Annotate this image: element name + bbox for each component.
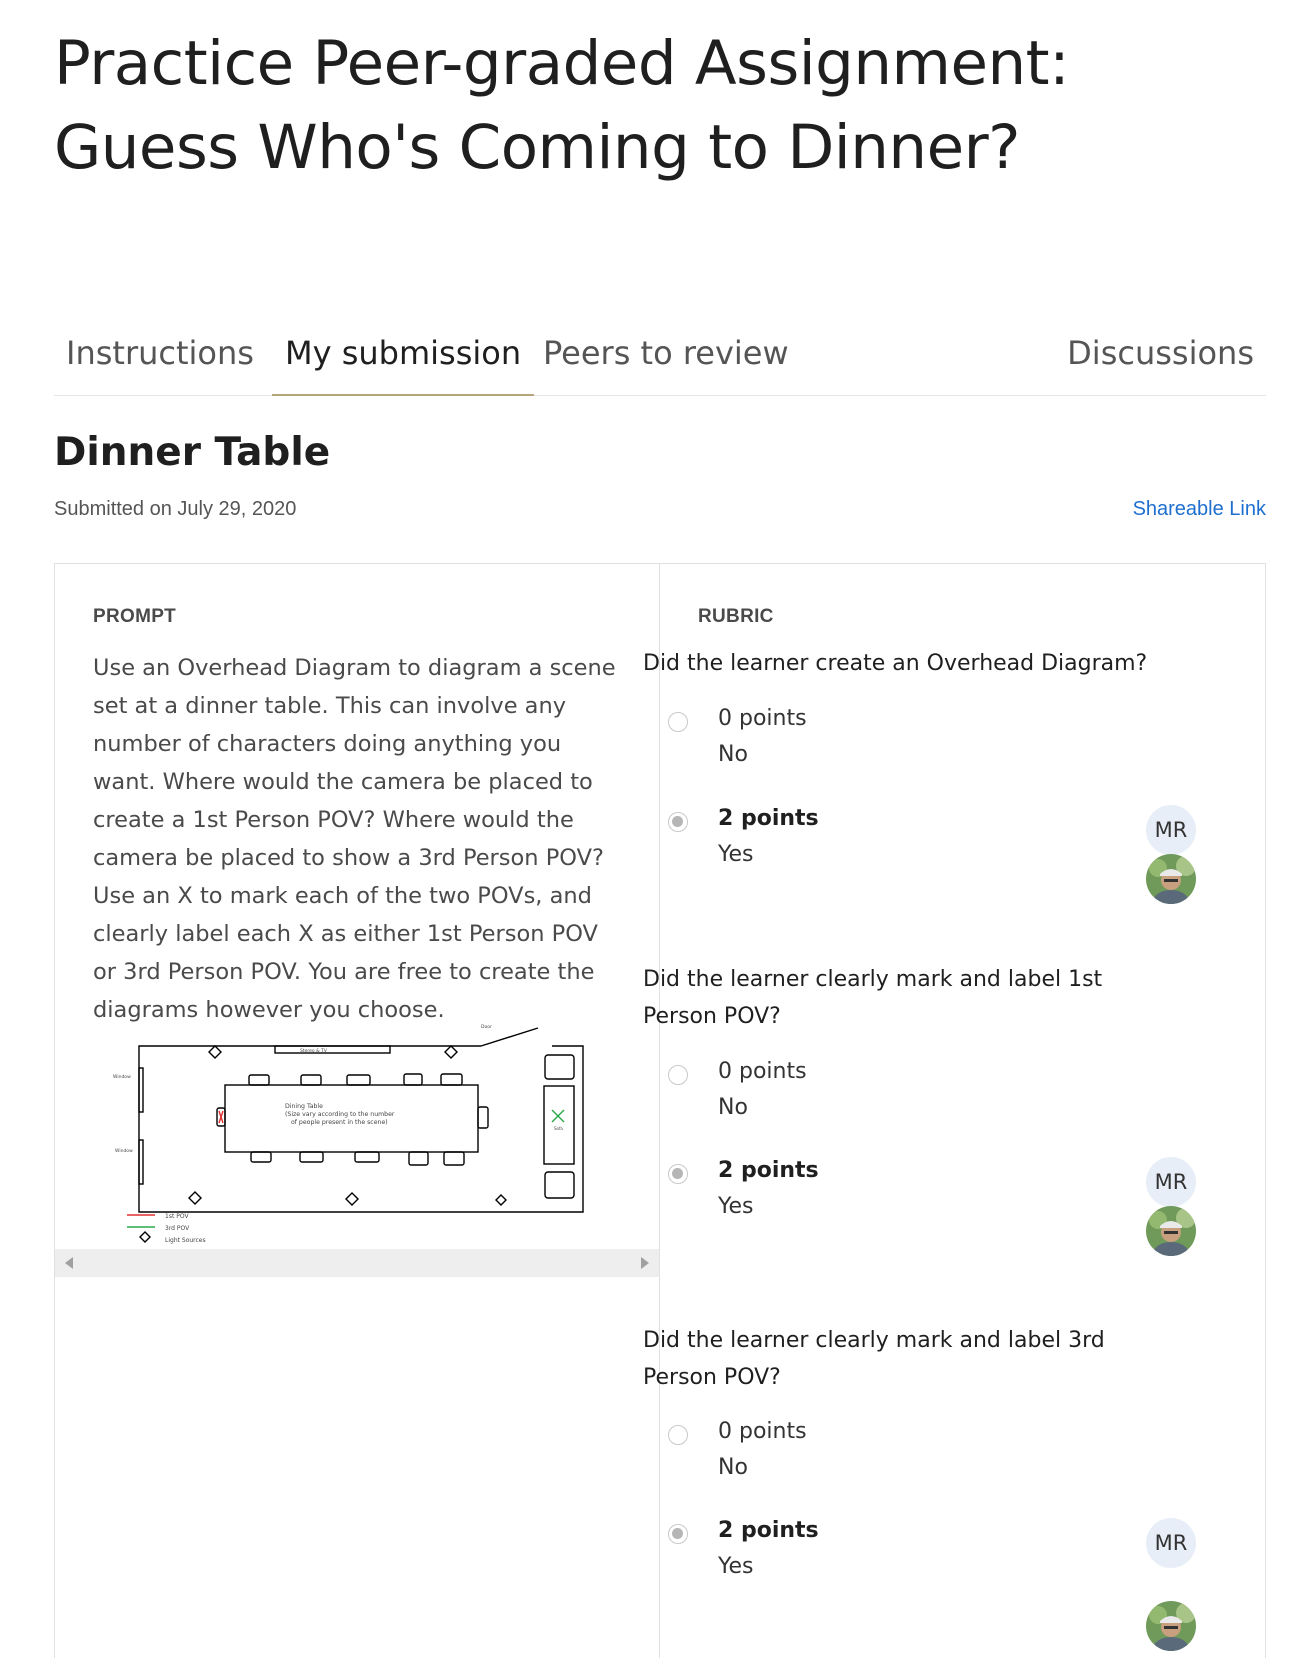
rubric-option[interactable]: 0 points No xyxy=(668,706,1188,786)
grader-initials-badge: MR xyxy=(1146,1157,1196,1207)
door-line xyxy=(480,1027,539,1047)
sofa xyxy=(543,1085,575,1165)
legend-light-icon xyxy=(139,1231,151,1243)
table-label-3: of people present in the scene) xyxy=(291,1119,388,1126)
rubric-option[interactable]: 2 points Yes xyxy=(668,1158,1188,1238)
avatar xyxy=(1146,854,1196,904)
chair xyxy=(408,1151,429,1166)
light-source xyxy=(345,1192,359,1206)
panel-divider xyxy=(659,564,660,1658)
room-walls xyxy=(138,1045,584,1213)
chair xyxy=(248,1074,270,1086)
sofa-cushion-bottom xyxy=(544,1171,575,1199)
rubric-option[interactable]: 2 points Yes xyxy=(668,806,1188,886)
tab-peers-to-review[interactable]: Peers to review xyxy=(543,318,789,396)
radio-button-selected[interactable] xyxy=(668,1524,688,1544)
radio-button[interactable] xyxy=(668,1065,688,1085)
window-label-1: Window xyxy=(113,1074,131,1080)
radio-button[interactable] xyxy=(668,712,688,732)
scroll-right-arrow-icon[interactable] xyxy=(641,1257,649,1269)
window-left-1 xyxy=(138,1067,144,1113)
criterion-question: Did the learner clearly mark and label 3… xyxy=(643,1328,1105,1390)
option-description: Yes xyxy=(718,1554,754,1579)
radio-button[interactable] xyxy=(668,1425,688,1445)
chair xyxy=(443,1151,465,1166)
avatar xyxy=(1146,1206,1196,1256)
light-source xyxy=(188,1191,202,1205)
chair xyxy=(250,1151,272,1163)
submission-title: Dinner Table xyxy=(54,430,331,475)
chair xyxy=(346,1074,371,1086)
option-points: 2 points xyxy=(718,806,819,831)
chair xyxy=(403,1073,423,1086)
table-label-1: Dining Table xyxy=(285,1103,323,1110)
shareable-link[interactable]: Shareable Link xyxy=(1133,498,1266,521)
diagram-svg: Door Stereo & TV Window Window Dining Ta… xyxy=(113,1024,584,1244)
light-source xyxy=(495,1194,507,1206)
grader-initials-badge: MR xyxy=(1146,805,1196,855)
option-points: 0 points xyxy=(718,1419,807,1444)
rubric-option[interactable]: 0 points No xyxy=(668,1419,1188,1499)
chair xyxy=(300,1074,322,1086)
sofa-cushion-top xyxy=(544,1054,575,1080)
page-title: Practice Peer-graded Assignment: Guess W… xyxy=(54,28,1070,183)
option-points: 0 points xyxy=(718,706,807,731)
legend-1st-label: 1st POV xyxy=(165,1213,189,1220)
light-source xyxy=(208,1045,222,1059)
legend-light-label: Light Sources xyxy=(165,1237,206,1244)
option-points: 0 points xyxy=(718,1059,807,1084)
legend-3rd-label: 3rd POV xyxy=(165,1225,190,1232)
avatar xyxy=(1146,1601,1196,1651)
tab-discussions[interactable]: Discussions xyxy=(1067,318,1254,396)
overhead-diagram: Door Stereo & TV Window Window Dining Ta… xyxy=(55,1002,659,1264)
window-left-2 xyxy=(138,1139,144,1185)
prompt-label: PROMPT xyxy=(93,606,177,627)
scroll-left-arrow-icon[interactable] xyxy=(65,1257,73,1269)
chair xyxy=(440,1073,463,1086)
grader-initials-badge: MR xyxy=(1146,1518,1196,1568)
chair xyxy=(477,1106,489,1129)
tab-my-submission[interactable]: My submission xyxy=(272,318,535,396)
option-description: No xyxy=(718,742,748,767)
light-source xyxy=(444,1045,458,1059)
rubric-option[interactable]: 0 points No xyxy=(668,1059,1188,1139)
option-description: Yes xyxy=(718,1194,754,1219)
window-label-2: Window xyxy=(115,1148,133,1154)
tab-instructions[interactable]: Instructions xyxy=(66,318,254,396)
assignment-tabs: Instructions My submission Peers to revi… xyxy=(54,318,1266,396)
chair xyxy=(354,1151,380,1163)
submission-date: Submitted on July 29, 2020 xyxy=(54,498,297,520)
prompt-text: Use an Overhead Diagram to diagram a sce… xyxy=(93,655,616,1023)
option-points: 2 points xyxy=(718,1158,819,1183)
horizontal-scrollbar[interactable] xyxy=(55,1249,659,1277)
criterion-question: Did the learner clearly mark and label 1… xyxy=(643,967,1103,1029)
option-description: No xyxy=(718,1095,748,1120)
radio-button-selected[interactable] xyxy=(668,1164,688,1184)
rubric-option[interactable]: 2 points Yes xyxy=(668,1518,1188,1598)
table-label-2: (Size vary according to the number xyxy=(285,1111,395,1118)
tv-label: Stereo & TV xyxy=(300,1048,328,1054)
chair xyxy=(299,1151,324,1163)
sofa-label: Sofa xyxy=(554,1126,563,1131)
tv-unit xyxy=(274,1045,391,1054)
radio-button-selected[interactable] xyxy=(668,812,688,832)
door-label: Door xyxy=(481,1024,492,1030)
option-description: No xyxy=(718,1455,748,1480)
criterion-question: Did the learner create an Overhead Diagr… xyxy=(643,651,1148,676)
option-description: Yes xyxy=(718,842,754,867)
option-points: 2 points xyxy=(718,1518,819,1543)
rubric-label: RUBRIC xyxy=(698,606,774,627)
